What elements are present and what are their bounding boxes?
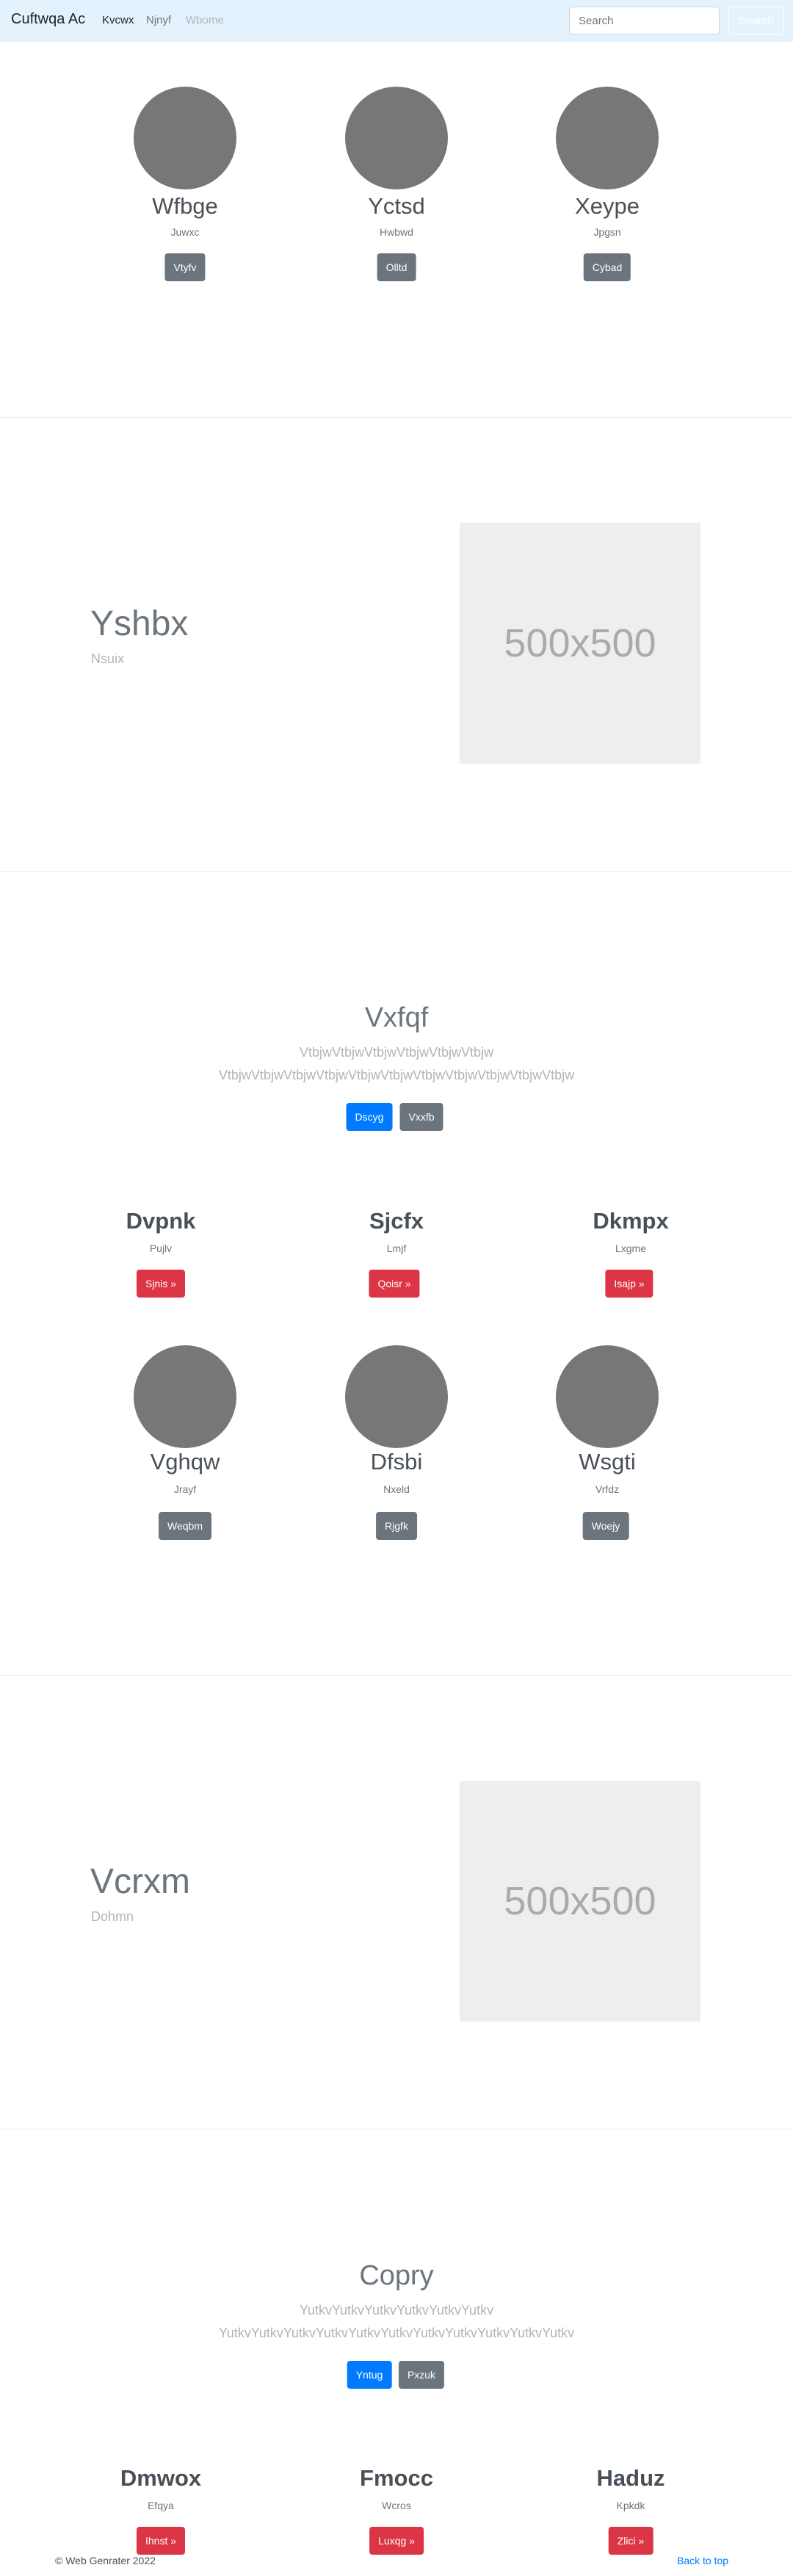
feature-title: Yshbx	[90, 604, 189, 643]
member-role: Jrayf	[173, 1483, 197, 1495]
member-name: Wfbge	[152, 193, 218, 219]
feature-subtitle: Nsuix	[91, 651, 125, 666]
section-divider	[0, 417, 793, 418]
section-divider	[0, 2129, 793, 2130]
search-button[interactable]: Search	[728, 7, 784, 35]
member-button[interactable]: Woejy	[582, 1512, 629, 1540]
column-button[interactable]: Zlici »	[608, 2527, 653, 2555]
column-button[interactable]: Ihnst »	[136, 2527, 186, 2555]
column-button[interactable]: Sjnis »	[136, 1270, 186, 1298]
jumbotron-title: Vxfqf	[364, 1002, 429, 1033]
member-button[interactable]: Weqbm	[159, 1512, 211, 1540]
member-name: Vghqw	[150, 1449, 220, 1475]
member-name: Yctsd	[368, 193, 425, 219]
jumbotron-text: VtbjwVtbjwVtbjwVtbjwVtbjwVtbjw VtbjwVtbj…	[218, 1045, 575, 1082]
member-button[interactable]: Cybad	[583, 253, 631, 281]
column-title: Dkmpx	[593, 1208, 669, 1234]
column-title: Fmocc	[360, 2465, 433, 2491]
member-button[interactable]: Vtyfv	[164, 253, 206, 281]
member-role: Juwxc	[170, 226, 200, 238]
column-text: Efqya	[148, 2500, 174, 2511]
jumbotron-primary-button[interactable]: Dscyg	[346, 1103, 393, 1131]
avatar	[134, 1345, 236, 1448]
column-text: Lxgme	[615, 1242, 647, 1254]
member-name: Wsgti	[579, 1449, 636, 1475]
member-button[interactable]: Olltd	[377, 253, 416, 281]
column-title: Haduz	[596, 2465, 665, 2491]
column-text: Wcros	[382, 2500, 411, 2511]
jumbotron-primary-button[interactable]: Yntug	[347, 2361, 392, 2389]
section-divider	[0, 871, 793, 872]
column-title: Dmwox	[120, 2465, 202, 2491]
image-label: 500x500	[504, 1879, 656, 1923]
jumbotron-secondary-button[interactable]: Pxzuk	[398, 2361, 445, 2389]
member-name: Xeype	[575, 193, 640, 219]
column-title: Dvpnk	[126, 1208, 196, 1234]
avatar	[345, 87, 448, 189]
back-to-top-link[interactable]: Back to top	[677, 2555, 728, 2566]
column-button[interactable]: Qoisr »	[369, 1270, 420, 1298]
column-button[interactable]: Luxqg »	[369, 2527, 424, 2555]
navbar-brand[interactable]: Cuftwqa Ac	[11, 11, 85, 28]
avatar	[134, 87, 236, 189]
column-text: Lmjf	[386, 1242, 407, 1254]
jumbotron-title: Copry	[359, 2260, 434, 2291]
jumbotron-text: YutkvYutkvYutkvYutkvYutkvYutkv YutkvYutk…	[218, 2303, 575, 2340]
member-role: Vrfdz	[595, 1483, 620, 1495]
image-label: 500x500	[504, 621, 656, 665]
column-text: Kpkdk	[616, 2500, 645, 2511]
nav-link-wbome: Wbome	[186, 14, 224, 26]
search-input[interactable]	[569, 7, 720, 35]
member-role: Nxeld	[383, 1483, 410, 1495]
column-title: Sjcfx	[369, 1208, 424, 1234]
navbar: Cuftwqa Ac Kvcwx Njnyf Wbome Search	[0, 0, 793, 42]
member-button[interactable]: Rjgfk	[376, 1512, 417, 1540]
footer-copyright: © Web Genrater 2022	[55, 2555, 156, 2566]
feature-subtitle: Dohmn	[91, 1909, 134, 1924]
column-text: Pujlv	[149, 1242, 173, 1254]
avatar	[345, 1345, 448, 1448]
avatar	[556, 1345, 659, 1448]
section-divider	[0, 1675, 793, 1676]
member-name: Dfsbi	[370, 1449, 423, 1475]
avatar	[556, 87, 659, 189]
placeholder-image: 500x500	[460, 523, 700, 764]
nav-link-njnyf[interactable]: Njnyf	[146, 14, 171, 26]
placeholder-image: 500x500	[460, 1781, 700, 2022]
feature-title: Vcrxm	[90, 1862, 190, 1901]
jumbotron-secondary-button[interactable]: Vxxfb	[399, 1103, 443, 1131]
nav-link-kvcwx[interactable]: Kvcwx	[102, 14, 134, 26]
member-role: Jpgsn	[593, 226, 621, 238]
member-role: Hwbwd	[380, 226, 413, 238]
column-button[interactable]: Isajp »	[605, 1270, 653, 1298]
